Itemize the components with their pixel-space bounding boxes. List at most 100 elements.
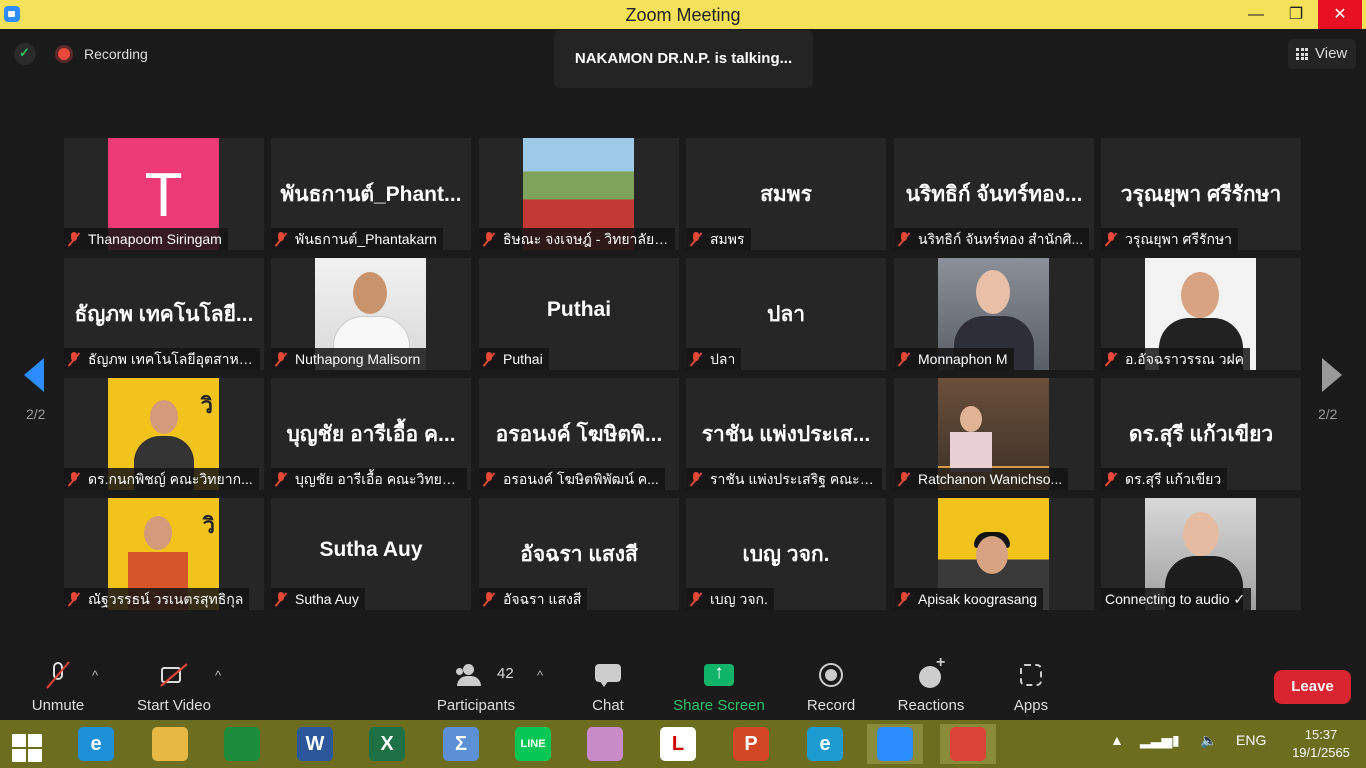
show-hidden-icons-chevron[interactable]: ▲: [1110, 732, 1124, 748]
math-input-taskbar-button[interactable]: Σ: [433, 724, 489, 764]
participant-tile[interactable]: Ratchanon Wanichso...: [894, 378, 1094, 490]
chrome-taskbar-button[interactable]: [940, 724, 996, 764]
lisrel-taskbar-button[interactable]: L: [650, 724, 706, 764]
participant-name: สมพร: [710, 231, 745, 247]
clock-date: 19/1/2565: [1292, 745, 1350, 760]
participant-name-label: Ratchanon Wanichso...: [894, 468, 1069, 490]
muted-microphone-icon: [483, 352, 495, 366]
view-button[interactable]: View: [1288, 39, 1356, 69]
muted-microphone-icon: [275, 592, 287, 606]
zoom-taskbar-button[interactable]: [867, 724, 923, 764]
participant-tile[interactable]: วรุณยุพา ศรีรักษา วรุณยุพา ศรีรักษา: [1101, 138, 1301, 250]
muted-microphone-icon: [483, 472, 495, 486]
battery-icon[interactable]: ▮: [1172, 732, 1180, 749]
photo-head: [1183, 512, 1219, 556]
encryption-shield-icon[interactable]: [14, 43, 36, 65]
minimize-button[interactable]: —: [1236, 0, 1276, 29]
participant-tile[interactable]: บุญชัย อารีเอื้อ ค... บุญชัย อารีเอื้อ คณ…: [271, 378, 471, 490]
muted-microphone-icon: [690, 232, 702, 246]
record-button[interactable]: Record: [798, 648, 864, 720]
participant-name: Nuthapong Malisorn: [295, 351, 421, 367]
start-video-button[interactable]: Start Video: [128, 648, 220, 720]
store-taskbar-button[interactable]: [214, 724, 270, 764]
close-button[interactable]: ✕: [1318, 0, 1362, 29]
participant-tile[interactable]: Monnaphon M: [894, 258, 1094, 370]
chat-button[interactable]: Chat: [578, 648, 638, 720]
window-title: Zoom Meeting: [625, 5, 741, 25]
participant-tile[interactable]: ธัญภพ เทคโนโลยี... ธัญภพ เทคโนโลยีอุตสาหก…: [64, 258, 264, 370]
share-screen-button[interactable]: Share Screen: [668, 648, 770, 720]
grid-view-icon: [1296, 48, 1308, 60]
clock-time: 15:37: [1304, 727, 1338, 742]
participants-button[interactable]: Participants: [430, 648, 522, 720]
participant-name-label: สมพร: [686, 228, 751, 250]
file-explorer-taskbar-button[interactable]: [142, 724, 198, 764]
muted-microphone-icon: [68, 472, 80, 486]
participant-name: Apisak koograsang: [918, 591, 1038, 607]
participant-tile[interactable]: Puthai Puthai: [479, 258, 679, 370]
participant-tile[interactable]: ดร.สุรี แก้วเขียว ดร.สุรี แก้วเขียว: [1101, 378, 1301, 490]
muted-microphone-icon: [68, 352, 80, 366]
participant-gallery: T Thanapoom Siringam พันธกานต์_Phant... พัน…: [64, 138, 1301, 610]
input-language-indicator[interactable]: ENG: [1236, 732, 1266, 748]
page-indicator-right: 2/2: [1318, 406, 1338, 422]
apps-button[interactable]: Apps: [1004, 648, 1058, 720]
participant-name-label: ธัญภพ เทคโนโลยีอุตสาหก...: [64, 348, 260, 370]
recording-label[interactable]: Recording: [84, 46, 148, 62]
video-options-caret[interactable]: ^: [215, 668, 221, 683]
powerpoint-taskbar-button[interactable]: P: [723, 724, 779, 764]
muted-microphone-icon: [690, 472, 702, 486]
participant-name-label: นริทธิก์ จันทร์ทอง สำนักศิ...: [894, 228, 1090, 250]
participant-tile[interactable]: T Thanapoom Siringam: [64, 138, 264, 250]
network-signal-icon[interactable]: ▂▃▅: [1140, 732, 1172, 749]
participant-tile[interactable]: Apisak koograsang: [894, 498, 1094, 610]
participant-name-label: Nuthapong Malisorn: [271, 348, 427, 370]
participant-tile[interactable]: นริทธิก์ จันทร์ทอง... นริทธิก์ จันทร์ทอง …: [894, 138, 1094, 250]
edge-taskbar-button[interactable]: e: [797, 724, 853, 764]
word-taskbar-button[interactable]: W: [287, 724, 343, 764]
participant-tile[interactable]: สมพร สมพร: [686, 138, 886, 250]
audio-options-caret[interactable]: ^: [92, 668, 98, 683]
participant-tile[interactable]: ราชัน แพ่งประเส... ราชัน แพ่งประเสริฐ คณะ…: [686, 378, 886, 490]
system-clock[interactable]: 15:37 19/1/2565: [1286, 726, 1356, 762]
participant-name-label: เบญ วจก.: [686, 588, 774, 610]
volume-muted-icon[interactable]: 🔈: [1200, 732, 1217, 749]
participant-name: ธัญภพ เทคโนโลยีอุตสาหก...: [88, 351, 259, 367]
participants-options-caret[interactable]: ^: [537, 668, 543, 683]
internet-explorer-taskbar-button[interactable]: e: [68, 724, 124, 764]
chat-label: Chat: [592, 697, 624, 714]
participants-count: 42: [497, 665, 514, 682]
record-label: Record: [806, 697, 856, 714]
line-taskbar-button[interactable]: LINE: [505, 724, 561, 764]
leave-button[interactable]: Leave: [1274, 670, 1351, 704]
participant-tile[interactable]: เบญ วจก. เบญ วจก.: [686, 498, 886, 610]
participant-tile[interactable]: วิ ณัฐวรรธน์ วรเนตรสุทธิกุล: [64, 498, 264, 610]
muted-microphone-icon: [275, 232, 287, 246]
next-page-arrow-icon[interactable]: [1322, 358, 1342, 392]
maximize-button[interactable]: ❐: [1276, 0, 1316, 29]
participant-tile[interactable]: ธิษณะ จงเจษฎ์ - วิทยาลัยก...: [479, 138, 679, 250]
participant-tile[interactable]: พันธกานต์_Phant... พันธกานต์_Phantakarn: [271, 138, 471, 250]
reactions-button[interactable]: Reactions: [893, 648, 969, 720]
chrome-icon: [950, 727, 986, 761]
paint-taskbar-button[interactable]: [577, 724, 633, 764]
participant-tile[interactable]: อ.อัจฉราวรรณ วฝค: [1101, 258, 1301, 370]
participant-tile[interactable]: Nuthapong Malisorn: [271, 258, 471, 370]
reactions-label: Reactions: [897, 697, 965, 714]
participant-tile[interactable]: อัจฉรา แสงสี อัจฉรา แสงสี: [479, 498, 679, 610]
line-icon: LINE: [515, 727, 551, 761]
video-off-camera-icon: [159, 660, 189, 690]
participant-tile[interactable]: Sutha Auy Sutha Auy: [271, 498, 471, 610]
windows-taskbar: e W X Σ LINE L Pe ▲ ▂▃▅ ▮ 🔈 ENG: [0, 720, 1366, 768]
participant-tile[interactable]: Connecting to audio ✓: [1101, 498, 1301, 610]
participant-tile[interactable]: ปลา ปลา: [686, 258, 886, 370]
participant-tile[interactable]: วิ ดร.กนกพิชญ์ คณะวิทยาก...: [64, 378, 264, 490]
participant-name: Sutha Auy: [295, 591, 359, 607]
previous-page-arrow-icon[interactable]: [24, 358, 44, 392]
participant-display-name: สมพร: [760, 183, 812, 206]
zoom-icon: [877, 727, 913, 761]
unmute-button[interactable]: Unmute: [18, 648, 98, 720]
excel-taskbar-button[interactable]: X: [359, 724, 415, 764]
start-taskbar-button[interactable]: [0, 724, 56, 764]
participant-tile[interactable]: อรอนงค์ โฆษิตพิ... อรอนงค์ โฆษิตพิพัฒน์ ค…: [479, 378, 679, 490]
